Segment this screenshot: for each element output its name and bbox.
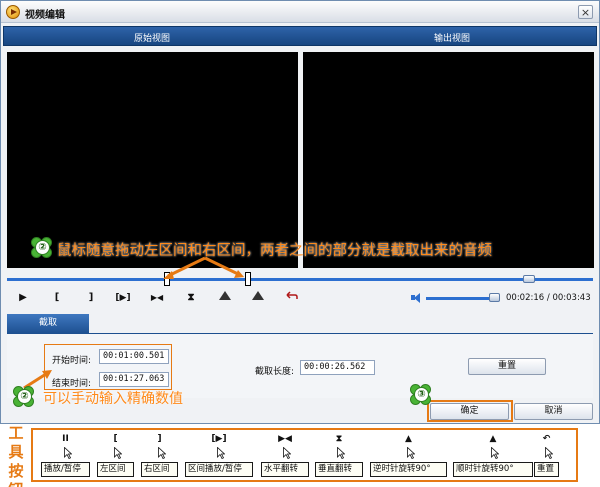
play-button[interactable]: ▶ [13, 290, 33, 306]
toolbar-legend: II 播放/暂停 [ 左区间] 右区间 [▶] 区间播放/暂停 ▶◀ 水平翻转 ⧗ 垂直翻转 ▲ 逆时针… [31, 428, 578, 482]
cursor-pointer-icon [157, 447, 166, 459]
start-time-label: 开始时间: [52, 356, 92, 366]
cursor-pointer-icon [113, 447, 122, 459]
reset-button[interactable]: 重置 [468, 358, 546, 375]
close-button[interactable]: × [578, 5, 593, 19]
play-pause-icon: II [62, 434, 69, 444]
end-time-input[interactable]: 00:01:27.063 [99, 372, 169, 387]
player-controls: ▶ [ ] [▶] ▶◀ ⧗ 00:02:16 / 00:03:43 [0, 287, 600, 309]
legend-label-reset: 重置 [534, 462, 559, 477]
title-bar[interactable]: 视频编辑 × [1, 1, 599, 23]
start-time-input[interactable]: 00:01:00.501 [99, 349, 169, 364]
flip-vertical-icon: ⧗ [335, 434, 343, 444]
rotate-cw-icon: ▲ [489, 434, 497, 444]
cancel-button[interactable]: 取消 [514, 403, 593, 420]
rotate-ccw-button[interactable] [215, 290, 235, 306]
legend-label-range-play: 区间播放/暂停 [185, 462, 253, 477]
time-display: 00:02:16 / 00:03:43 [506, 293, 591, 303]
legend-label-rotate-ccw: 逆时针旋转90° [370, 462, 447, 477]
rotate-ccw-icon: ▲ [405, 434, 412, 444]
app-icon [6, 5, 20, 19]
step-marker-input: ② [13, 386, 35, 408]
cursor-pointer-icon [544, 447, 553, 459]
step-marker-drag: ② [31, 237, 53, 259]
cursor-pointer-icon [283, 447, 291, 459]
cursor-pointer-icon [406, 447, 415, 459]
set-left-icon: [ [113, 434, 118, 444]
reset-icon: ↶ [542, 434, 551, 444]
toolbar-legend-title: 工具按钮 [8, 424, 24, 487]
range-play-icon: [▶] [211, 434, 227, 444]
timeline-track[interactable] [7, 272, 593, 286]
range-start-handle[interactable] [164, 272, 170, 286]
rotate-ccw-icon [219, 291, 231, 300]
legend-item-set-left: [ 左区间 [97, 430, 134, 482]
duration-label: 截取长度: [255, 367, 295, 377]
legend-item-rotate-ccw: ▲ 逆时针旋转90° [370, 430, 447, 482]
legend-label-flip-vertical: 垂直翻转 [315, 462, 363, 477]
legend-item-reset: ↶ 重置 [534, 430, 559, 482]
cursor-pointer-icon [491, 447, 499, 459]
playhead-knob[interactable] [523, 275, 535, 283]
volume-icon[interactable] [411, 293, 421, 303]
drag-hint-text: 鼠标随意拖动左区间和右区间，两者之间的部分就是截取出来的音频 [57, 243, 492, 259]
input-hint-text: 可以手动输入精确数值 [43, 391, 183, 407]
legend-item-range-play: [▶] 区间播放/暂停 [185, 430, 253, 482]
duration-field: 00:00:26.562 [300, 360, 375, 375]
output-video-preview[interactable] [303, 52, 594, 268]
reset-transform-button[interactable] [282, 290, 302, 306]
rotate-cw-icon [252, 291, 264, 300]
flip-horizontal-button[interactable]: ▶◀ [147, 290, 167, 306]
output-view-label: 输出视图 [434, 34, 471, 44]
cursor-pointer-icon [217, 447, 225, 459]
play-range-button[interactable]: [▶] [113, 290, 133, 306]
rotate-cw-button[interactable] [248, 290, 268, 306]
ok-button[interactable]: 确定 [430, 403, 509, 420]
legend-label-flip-horizontal: 水平翻转 [261, 462, 309, 477]
set-right-range-button[interactable]: ] [81, 290, 101, 306]
legend-item-set-right: ] 右区间 [141, 430, 178, 482]
undo-icon [286, 291, 298, 299]
step-marker-confirm: ③ [410, 384, 432, 406]
legend-item-flip-vertical: ⧗ 垂直翻转 [315, 430, 363, 482]
set-right-icon: ] [157, 434, 162, 444]
legend-item-rotate-cw: ▲ 顺时针旋转90° [453, 430, 533, 482]
flip-vertical-button[interactable]: ⧗ [181, 290, 201, 306]
flip-horizontal-icon: ▶◀ [278, 434, 292, 444]
window-title: 视频编辑 [25, 10, 65, 21]
legend-label-set-left: 左区间 [97, 462, 134, 477]
legend-label-rotate-cw: 顺时针旋转90° [453, 462, 533, 477]
view-header-bar: 原始视图 输出视图 [3, 26, 597, 46]
tab-trim[interactable]: 截取 [7, 314, 89, 334]
cursor-pointer-icon [337, 447, 345, 459]
source-video-preview[interactable] [7, 52, 298, 268]
volume-knob[interactable] [489, 293, 500, 302]
legend-label-set-right: 右区间 [141, 462, 178, 477]
source-view-label: 原始视图 [134, 34, 171, 44]
legend-label-play-pause: 播放/暂停 [41, 462, 90, 477]
range-end-handle[interactable] [245, 272, 251, 286]
cursor-pointer-icon [63, 447, 72, 459]
legend-item-play-pause: II 播放/暂停 [41, 430, 90, 482]
set-left-range-button[interactable]: [ [47, 290, 67, 306]
tab-strip: 截取 [7, 314, 593, 334]
legend-item-flip-horizontal: ▶◀ 水平翻转 [261, 430, 309, 482]
volume-slider[interactable] [426, 297, 498, 300]
